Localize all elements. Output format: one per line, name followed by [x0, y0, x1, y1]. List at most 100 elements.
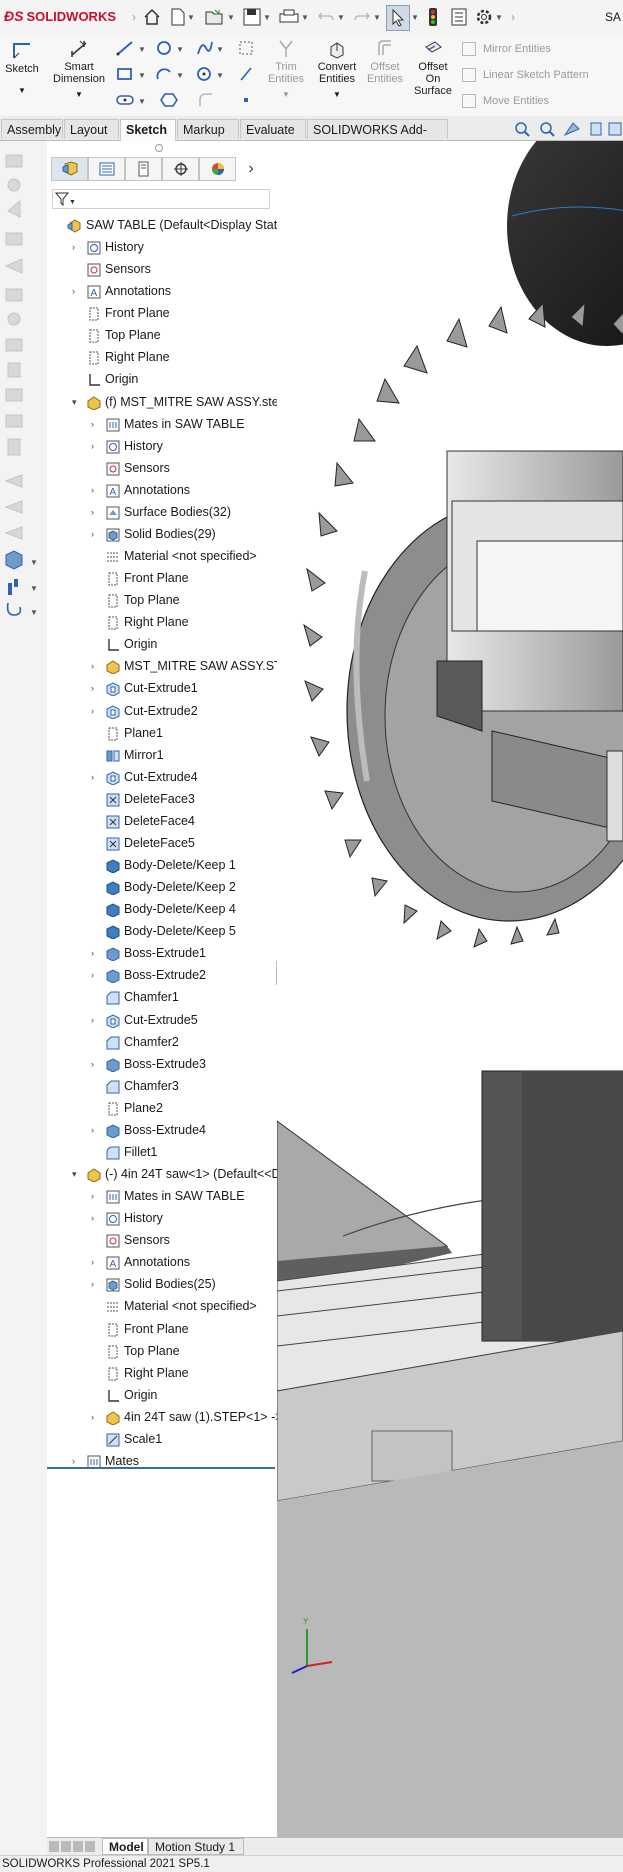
- expand-arrow-icon[interactable]: ›: [91, 1119, 101, 1141]
- tree-filter[interactable]: ▼: [52, 189, 270, 209]
- more-icon[interactable]: ›: [508, 5, 518, 29]
- expand-arrow-icon[interactable]: ›: [91, 677, 101, 699]
- tree-item[interactable]: Front Plane: [47, 1318, 275, 1340]
- trim-entities-button[interactable]: Trim Entities ▼: [262, 39, 310, 101]
- expand-arrow-icon[interactable]: ›: [91, 523, 101, 545]
- home-button[interactable]: [140, 5, 164, 29]
- tree-item[interactable]: › Cut-Extrude4: [47, 766, 275, 788]
- expand-arrow-icon[interactable]: ›: [91, 1251, 101, 1273]
- tree-item[interactable]: Right Plane: [47, 611, 275, 633]
- tree-item[interactable]: Mirror1: [47, 744, 275, 766]
- options-button[interactable]: ▼: [472, 5, 506, 29]
- point-tool-button[interactable]: [238, 92, 254, 111]
- tree-item[interactable]: › A Annotations: [47, 1251, 275, 1273]
- tree-item[interactable]: › Solid Bodies(25): [47, 1273, 275, 1295]
- tree-item[interactable]: Material <not specified>: [47, 545, 275, 567]
- expand-arrow-icon[interactable]: ›: [91, 501, 101, 523]
- tree-item[interactable]: Plane2: [47, 1097, 275, 1119]
- tree-item[interactable]: DeleteFace5: [47, 832, 275, 854]
- graphics-area[interactable]: Y: [277, 141, 623, 1841]
- tree-item[interactable]: SAW TABLE (Default<Display State-1>: [47, 214, 303, 236]
- tree-item[interactable]: › Cut-Extrude1: [47, 677, 275, 699]
- tab-sketch[interactable]: Sketch: [120, 119, 176, 141]
- new-document-button[interactable]: ▼: [166, 5, 200, 29]
- select-button[interactable]: [386, 5, 410, 31]
- tree-item[interactable]: Origin: [47, 633, 275, 655]
- tree-item[interactable]: › Mates in SAW TABLE: [47, 1185, 275, 1207]
- menu-expand-icon[interactable]: ›: [128, 5, 140, 29]
- expand-arrow-icon[interactable]: ›: [72, 236, 82, 258]
- redo-button[interactable]: ▼: [350, 5, 384, 29]
- tree-item[interactable]: Right Plane: [47, 1362, 275, 1384]
- fillet-sketch-button[interactable]: [198, 92, 214, 111]
- tree-item[interactable]: Sensors: [47, 258, 275, 280]
- tree-item[interactable]: › Surface Bodies(32): [47, 501, 275, 523]
- offset-on-surface-button[interactable]: Offset On Surface: [410, 39, 456, 97]
- spline-tool-button[interactable]: ▼: [196, 40, 226, 59]
- zoom-to-fit-icon[interactable]: [515, 122, 530, 137]
- tree-item[interactable]: Top Plane: [47, 1340, 275, 1362]
- tree-item[interactable]: › A Annotations: [47, 479, 275, 501]
- configurationmanager-tab[interactable]: [125, 157, 162, 181]
- file-properties-button[interactable]: [448, 5, 470, 29]
- expand-arrow-icon[interactable]: ›: [91, 479, 101, 501]
- tree-item[interactable]: Top Plane: [47, 589, 275, 611]
- tree-item[interactable]: Body-Delete/Keep 4: [47, 898, 275, 920]
- arc-tool-button[interactable]: ▼: [156, 66, 186, 85]
- expand-arrow-icon[interactable]: ›: [72, 280, 82, 302]
- save-button[interactable]: ▼: [240, 5, 274, 29]
- expand-arrow-icon[interactable]: ›: [91, 435, 101, 457]
- offset-entities-button[interactable]: Offset Entities: [362, 39, 408, 85]
- tree-item[interactable]: Origin: [47, 1384, 275, 1406]
- tree-item[interactable]: Chamfer1: [47, 986, 275, 1008]
- tree-item[interactable]: Material <not specified>: [47, 1295, 275, 1317]
- tab-motion-study-1[interactable]: Motion Study 1: [148, 1838, 244, 1855]
- tree-item[interactable]: DeleteFace4: [47, 810, 275, 832]
- tree-item[interactable]: › Boss-Extrude4: [47, 1119, 275, 1141]
- expand-arrow-icon[interactable]: ▾: [72, 1163, 82, 1185]
- tab-solidworks-add-ins[interactable]: SOLIDWORKS Add-Ins: [307, 119, 448, 157]
- tree-item[interactable]: › History: [47, 1207, 275, 1229]
- convert-entities-button[interactable]: Convert Entities ▼: [312, 39, 362, 101]
- tree-item[interactable]: Chamfer2: [47, 1031, 275, 1053]
- tree-item[interactable]: ▾ (f) MST_MITRE SAW ASSY.step<1>: [47, 391, 307, 413]
- tree-item[interactable]: › Mates in SAW TABLE: [47, 413, 275, 435]
- linear-sketch-pattern-button[interactable]: Linear Sketch Pattern: [462, 68, 589, 82]
- tree-item[interactable]: › Boss-Extrude3: [47, 1053, 275, 1075]
- rectangle-tool-button[interactable]: ▼: [116, 66, 146, 85]
- tree-item[interactable]: Body-Delete/Keep 5: [47, 920, 275, 942]
- panel-splitter-handle[interactable]: [155, 144, 163, 152]
- tab-evaluate[interactable]: Evaluate: [240, 119, 306, 139]
- tree-item[interactable]: Front Plane: [47, 302, 275, 324]
- featuremanager-tab[interactable]: [51, 157, 88, 181]
- undo-button[interactable]: ▼: [314, 5, 348, 29]
- expand-arrow-icon[interactable]: ›: [91, 1053, 101, 1075]
- tree-item[interactable]: DeleteFace3: [47, 788, 275, 810]
- expand-arrow-icon[interactable]: ▾: [72, 391, 82, 413]
- polygon-tool-button[interactable]: ▼: [196, 66, 226, 85]
- mirror-entities-button[interactable]: Mirror Entities: [462, 42, 551, 56]
- tree-item[interactable]: › Cut-Extrude2: [47, 700, 275, 722]
- move-entities-button[interactable]: Move Entities: [462, 94, 549, 108]
- expand-arrow-icon[interactable]: ›: [91, 942, 101, 964]
- print-button[interactable]: ▼: [276, 5, 312, 29]
- circle-tool-button[interactable]: ▼: [156, 40, 186, 59]
- displaymanager-tab[interactable]: [199, 157, 236, 181]
- tab-assembly[interactable]: Assembly: [1, 119, 63, 139]
- line-tool-button[interactable]: ▼: [116, 40, 146, 59]
- sketch-button[interactable]: Sketch ▼: [4, 39, 40, 97]
- tab-markup[interactable]: Markup: [177, 119, 239, 139]
- tree-item[interactable]: › A Annotations: [47, 280, 275, 302]
- expand-arrow-icon[interactable]: ›: [91, 655, 101, 677]
- tree-item[interactable]: › Boss-Extrude2: [47, 964, 275, 986]
- expand-arrow-icon[interactable]: ›: [91, 964, 101, 986]
- previous-view-icon[interactable]: [563, 122, 580, 137]
- tab-model[interactable]: Model: [102, 1838, 148, 1855]
- expand-arrow-icon[interactable]: ›: [91, 1406, 101, 1428]
- tree-item[interactable]: ▾ (-) 4in 24T saw<1> (Default<<Defa: [47, 1163, 298, 1185]
- tree-item[interactable]: Plane1: [47, 722, 275, 744]
- tree-item[interactable]: › Boss-Extrude1: [47, 942, 275, 964]
- tab-layout[interactable]: Layout: [64, 119, 119, 139]
- tree-item[interactable]: Scale1: [47, 1428, 275, 1450]
- propertymanager-tab[interactable]: [88, 157, 125, 181]
